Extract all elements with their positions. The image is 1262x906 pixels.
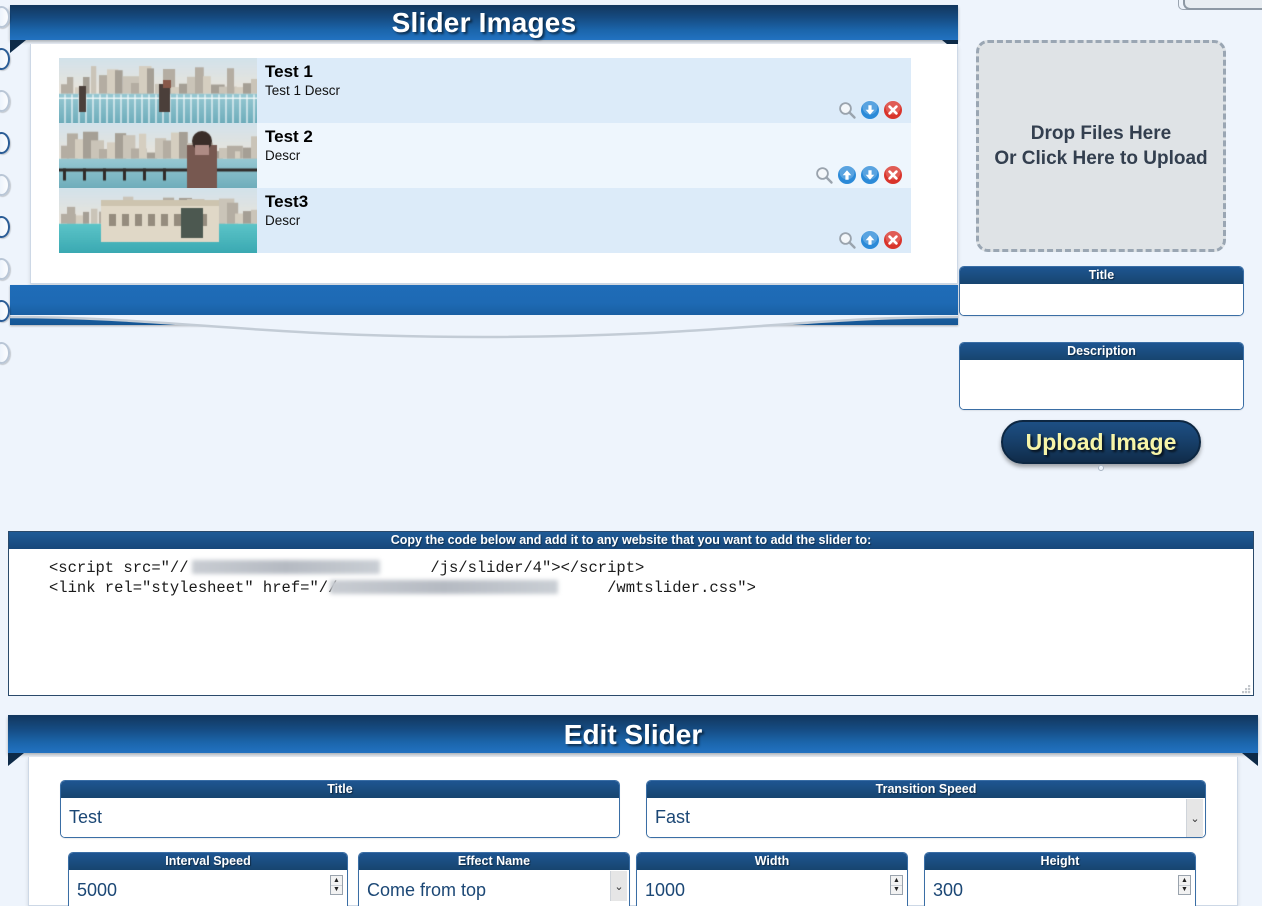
edit-height-field: Height ▲ ▼ [924,852,1196,906]
edit-width-label: Width [637,853,907,870]
spiral-binding-decoration [0,0,16,906]
edit-title-input[interactable] [61,798,619,837]
edit-transition-speed-label: Transition Speed [647,781,1205,798]
width-stepper[interactable]: ▲ ▼ [890,875,903,895]
edit-width-input[interactable] [637,870,907,906]
slider-image-title: Test 1 [265,62,313,81]
edit-effect-name-field: Effect Name ⌄ [358,852,630,906]
edit-width-field: Width ▲ ▼ [636,852,908,906]
upload-description-label: Description [960,343,1243,360]
edit-interval-speed-label: Interval Speed [69,853,347,870]
stepper-down-icon-3[interactable]: ▼ [1179,884,1190,895]
dropzone-line-2: Or Click Here to Upload [994,148,1208,169]
stepper-up-icon-3[interactable]: ▲ [1179,876,1190,885]
zoom-icon[interactable] [837,230,857,250]
upload-image-button[interactable]: Upload Image [1001,420,1201,464]
stepper-up-icon[interactable]: ▲ [331,876,342,885]
edit-transition-speed-field: Transition Speed ⌄ [646,780,1206,838]
upload-title-input[interactable] [960,284,1243,315]
redacted-url-1 [192,560,380,574]
clipped-rounded-box [1183,0,1262,10]
edit-height-input[interactable] [925,870,1195,906]
table-row[interactable]: Test3 Descr [59,188,911,253]
redacted-url-2 [330,580,558,594]
zoom-icon[interactable] [814,165,834,185]
slider-image-thumbnail [59,123,257,188]
slider-image-description: Test 1 Descr [265,83,341,98]
edit-title-field: Title [60,780,620,838]
upload-status-dot [1098,465,1104,471]
move-down-icon[interactable] [860,165,880,185]
embed-code-header: Copy the code below and add it to any we… [9,532,1253,549]
row-actions [814,165,903,185]
dropzone-text: Drop Files Here Or Click Here to Upload [994,121,1207,171]
stepper-down-icon-2[interactable]: ▼ [891,884,902,895]
dropzone-line-1: Drop Files Here [1030,123,1172,144]
slider-image-meta: Test3 Descr [257,188,911,253]
file-dropzone[interactable]: Drop Files Here Or Click Here to Upload [976,40,1226,252]
edit-interval-speed-field: Interval Speed ▲ ▼ [68,852,348,906]
move-down-icon[interactable] [860,100,880,120]
edit-height-label: Height [925,853,1195,870]
edit-transition-speed-select[interactable] [647,798,1205,837]
row-actions [837,230,903,250]
app-root: Slider Images Test 1 Test 1 Descr Test 2 De… [0,0,1262,906]
delete-icon[interactable] [883,165,903,185]
row-actions [837,100,903,120]
move-up-icon[interactable] [837,165,857,185]
panel-footer-swoosh [10,285,958,340]
slider-image-title: Test3 [265,192,309,211]
slider-images-header: Slider Images [10,5,958,53]
edit-interval-speed-input[interactable] [69,870,347,906]
stepper-down-icon[interactable]: ▼ [331,884,342,895]
interval-speed-stepper[interactable]: ▲ ▼ [330,875,343,895]
slider-images-panel: Test 1 Test 1 Descr Test 2 Descr Test3 Descr [30,44,958,284]
table-row[interactable]: Test 1 Test 1 Descr [59,58,911,123]
ribbon-corner-left [10,40,26,53]
delete-icon[interactable] [883,100,903,120]
swoosh-curve-icon [10,315,958,339]
upload-title-field: Title [959,266,1244,316]
chevron-down-icon[interactable]: ⌄ [1186,799,1203,837]
stepper-up-icon-2[interactable]: ▲ [891,876,902,885]
edit-slider-title: Edit Slider [563,719,703,750]
textarea-resize-grip[interactable] [1241,684,1252,695]
slider-image-thumbnail [59,58,257,123]
upload-description-field: Description [959,342,1244,410]
slider-image-list: Test 1 Test 1 Descr Test 2 Descr Test3 Descr [59,58,911,253]
slider-image-meta: Test 1 Test 1 Descr [257,58,911,123]
edit-effect-name-select[interactable] [359,870,629,906]
upload-image-button-label: Upload Image [1025,429,1177,455]
slider-image-title: Test 2 [265,127,313,146]
chevron-down-icon-2[interactable]: ⌄ [610,871,627,901]
edit-slider-header: Edit Slider [8,715,1258,766]
height-stepper[interactable]: ▲ ▼ [1178,875,1191,895]
ribbon-corner-right-2 [1242,753,1258,766]
edit-title-label: Title [61,781,619,798]
move-up-icon[interactable] [860,230,880,250]
ribbon-corner-left-2 [8,753,24,766]
upload-description-input[interactable] [960,360,1243,409]
upload-title-label: Title [960,267,1243,284]
slider-images-title: Slider Images [391,7,577,38]
slider-image-meta: Test 2 Descr [257,123,911,188]
table-row[interactable]: Test 2 Descr [59,123,911,188]
embed-code-box: Copy the code below and add it to any we… [8,531,1254,696]
delete-icon[interactable] [883,230,903,250]
edit-effect-name-label: Effect Name [359,853,629,870]
slider-image-description: Descr [265,213,301,228]
slider-image-description: Descr [265,148,301,163]
slider-image-thumbnail [59,188,257,253]
zoom-icon[interactable] [837,100,857,120]
